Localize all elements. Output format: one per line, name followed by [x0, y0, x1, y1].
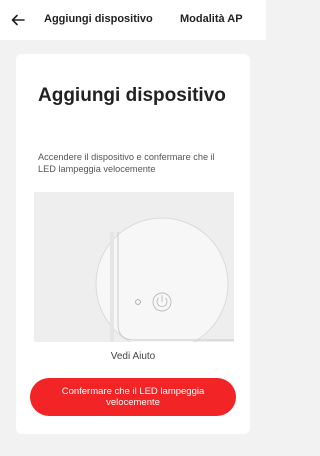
- ap-mode-link[interactable]: Modalità AP: [180, 13, 243, 25]
- view-help-link[interactable]: Vedi Aiuto: [16, 351, 250, 362]
- arrow-left-icon: [11, 14, 25, 26]
- back-button[interactable]: [6, 8, 30, 32]
- top-navigation-bar: Aggiungi dispositivo Modalità AP: [0, 0, 266, 40]
- card-heading: Aggiungi dispositivo: [38, 85, 226, 106]
- add-device-card: Aggiungi dispositivo Accendere il dispos…: [16, 54, 250, 434]
- device-illustration: [34, 192, 234, 342]
- instructions-text: Accendere il dispositivo e confermare ch…: [38, 152, 215, 174]
- page-title: Aggiungi dispositivo: [44, 13, 153, 25]
- confirm-led-button[interactable]: Confermare che il LED lampeggia veloceme…: [30, 378, 236, 416]
- device-drawing: [95, 217, 234, 342]
